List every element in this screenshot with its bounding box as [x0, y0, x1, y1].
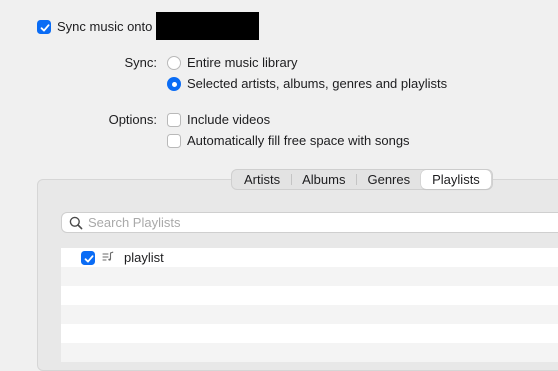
radio-entire-library[interactable] [167, 56, 181, 70]
search-placeholder: Search Playlists [88, 215, 181, 230]
include-videos-label[interactable]: Include videos [187, 112, 270, 128]
list-row-empty [61, 267, 558, 286]
list-item[interactable]: playlist [61, 248, 558, 267]
category-tabs: Artists Albums Genres Playlists [231, 169, 493, 190]
list-row-empty [61, 305, 558, 324]
playlist-name: playlist [124, 250, 164, 265]
sync-music-label[interactable]: Sync music onto [57, 19, 152, 35]
autofill-checkbox[interactable] [167, 134, 181, 148]
tab-genres[interactable]: Genres [356, 170, 421, 189]
options-label: Options: [108, 112, 157, 127]
magnifier-icon [69, 216, 83, 233]
sync-music-checkbox[interactable] [37, 20, 51, 34]
radio-selected-items[interactable] [167, 77, 181, 91]
include-videos-checkbox[interactable] [167, 113, 181, 127]
tab-playlists[interactable]: Playlists [421, 170, 491, 189]
tab-albums[interactable]: Albums [291, 170, 356, 189]
list-row-empty [61, 286, 558, 305]
redacted-device-name [156, 12, 259, 40]
list-row-empty [61, 324, 558, 343]
radio-entire-library-label[interactable]: Entire music library [187, 55, 298, 71]
playlist-checkbox[interactable] [81, 251, 95, 265]
checkmark-icon [40, 24, 50, 32]
playlist-list: playlist [61, 248, 558, 362]
checkmark-icon [84, 255, 94, 263]
sync-label: Sync: [124, 55, 157, 70]
search-input[interactable]: Search Playlists [61, 212, 558, 233]
list-row-empty [61, 343, 558, 362]
autofill-label[interactable]: Automatically fill free space with songs [187, 133, 410, 149]
playlist-icon [102, 251, 114, 266]
radio-selected-items-label[interactable]: Selected artists, albums, genres and pla… [187, 76, 447, 92]
tab-artists[interactable]: Artists [233, 170, 291, 189]
